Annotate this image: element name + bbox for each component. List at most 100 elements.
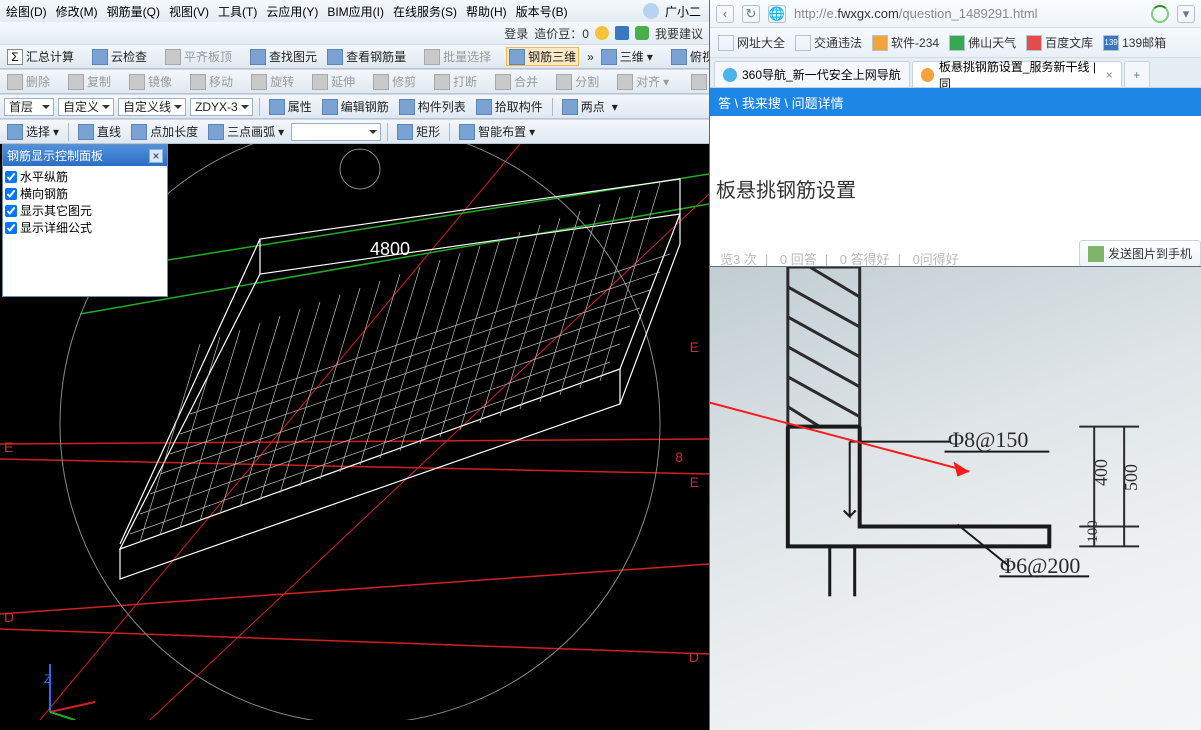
menu-user[interactable]: 广小二	[639, 0, 709, 24]
btn-extend[interactable]: 延伸	[309, 72, 358, 91]
btn-trim[interactable]: 修剪	[370, 72, 419, 91]
menu-cloud[interactable]: 云应用(Y)	[262, 1, 322, 22]
stat-views: 览3 次	[720, 252, 757, 267]
btn-mirror[interactable]: 镜像	[126, 72, 175, 91]
back-button[interactable]: ‹	[716, 5, 734, 23]
btn-smart[interactable]: 智能布置▾	[456, 122, 538, 141]
tab-question[interactable]: 板悬挑钢筋设置_服务新干线 | 同×	[912, 61, 1122, 87]
menu-draw[interactable]: 绘图(D)	[2, 1, 51, 22]
chk-trans[interactable]: 横向钢筋	[5, 185, 165, 202]
btn-flattop[interactable]: 平齐板顶	[162, 47, 235, 66]
menu-help[interactable]: 帮助(H)	[462, 1, 511, 22]
btn-arc3[interactable]: 三点画弧▾	[205, 122, 287, 141]
dropdown-icon[interactable]: ▾	[1177, 5, 1195, 23]
btn-delete[interactable]: 删除	[4, 72, 53, 91]
btn-findrebar[interactable]: 查看钢筋量	[324, 47, 409, 66]
btn-cloudcheck[interactable]: 云检查	[89, 47, 150, 66]
rotate-icon	[251, 74, 267, 90]
rebar-display-panel[interactable]: 钢筋显示控制面板 × 水平纵筋 横向钢筋 显示其它图元 显示详细公式	[2, 144, 168, 297]
cad-toolbar-2: 删除 复制 镜像 移动 旋转 延伸 修剪 打断 合并 分割 对齐▾ 偏移	[0, 69, 709, 94]
axis-e-right-1: E	[690, 339, 699, 355]
menu-view[interactable]: 视图(V)	[165, 1, 213, 22]
bmk-soft[interactable]: 软件-234	[872, 34, 939, 51]
btn-findelem[interactable]: 查找图元	[247, 47, 320, 66]
address-bar: ‹ ↻ 🌐 http://e.fwxgx.com/question_148929…	[710, 0, 1201, 28]
btn-addlen[interactable]: 点加长度	[128, 122, 201, 141]
btn-align[interactable]: 对齐▾	[614, 72, 672, 91]
panel-titlebar[interactable]: 钢筋显示控制面板 ×	[3, 145, 167, 166]
btn-break[interactable]: 打断	[431, 72, 480, 91]
line-icon	[78, 124, 94, 140]
chk-other-box[interactable]	[5, 205, 17, 217]
rect-icon	[397, 124, 413, 140]
send-to-phone-button[interactable]: 发送图片到手机	[1079, 240, 1201, 267]
bell-icon[interactable]	[615, 26, 629, 40]
btn-rebar3d[interactable]: 钢筋三维	[506, 47, 579, 66]
btn-select[interactable]: 选择▾	[4, 122, 62, 141]
tab-question-label: 板悬挑钢筋设置_服务新干线 | 同	[939, 58, 1101, 92]
menu-online[interactable]: 在线服务(S)	[389, 1, 461, 22]
tab-close-icon[interactable]: ×	[1106, 68, 1113, 82]
reload-button[interactable]: ↻	[742, 5, 760, 23]
panel-close-icon[interactable]: ×	[149, 149, 163, 163]
cad-toolbar-3: 首层 自定义 自定义线 ZDYX-3 属性 编辑钢筋 构件列表 拾取构件 两点 …	[0, 94, 709, 119]
tab-new[interactable]: +	[1124, 61, 1150, 87]
btn-twopt[interactable]: 两点	[559, 97, 608, 116]
btn-pickelem[interactable]: 拾取构件	[473, 97, 546, 116]
bmk-all[interactable]: 网址大全	[718, 34, 785, 51]
chk-trans-box[interactable]	[5, 188, 17, 200]
axis-z-label: Z	[44, 672, 51, 686]
tab-360[interactable]: 360导航_新一代安全上网导航	[714, 61, 910, 87]
chk-formula-box[interactable]	[5, 222, 17, 234]
btn-editrebar[interactable]: 编辑钢筋	[319, 97, 392, 116]
user-name: 广小二	[661, 1, 705, 22]
btn-merge[interactable]: 合并	[492, 72, 541, 91]
chk-horiz-box[interactable]	[5, 171, 17, 183]
dd-zdyx[interactable]: ZDYX-3	[190, 98, 253, 116]
suggest-link[interactable]: 我要建议	[655, 25, 703, 42]
btn-rotate[interactable]: 旋转	[248, 72, 297, 91]
bmk-wenku[interactable]: 百度文库	[1026, 34, 1093, 51]
btn-move[interactable]: 移动	[187, 72, 236, 91]
btn-line[interactable]: 直线	[75, 122, 124, 141]
cad-viewport[interactable]: 4800 E E E 8 D D Z 钢筋显示控制面板 × 水平纵筋 横向钢筋 …	[0, 144, 709, 730]
btn-rect[interactable]: 矩形	[394, 122, 443, 141]
stat-ask[interactable]: 0问得好	[913, 252, 959, 267]
pencil-icon	[322, 99, 338, 115]
dd-custom[interactable]: 自定义	[58, 98, 114, 116]
btn-batchsel[interactable]: 批量选择	[421, 47, 494, 66]
chat-icon[interactable]	[635, 26, 649, 40]
login-link[interactable]: 登录	[504, 25, 528, 42]
chk-horiz[interactable]: 水平纵筋	[5, 168, 165, 185]
menu-rebarqty[interactable]: 钢筋量(Q)	[103, 1, 164, 22]
chk-formula[interactable]: 显示详细公式	[5, 219, 165, 236]
stat-answers[interactable]: 0 回答	[780, 252, 817, 267]
btn-offset[interactable]: 偏移	[688, 72, 709, 91]
url-domain: fwxgx.com	[837, 6, 898, 21]
bmk-wenku-icon	[1026, 35, 1042, 51]
btn-copy[interactable]: 复制	[65, 72, 114, 91]
bmk-weather[interactable]: 佛山天气	[949, 34, 1016, 51]
btn-split[interactable]: 分割	[553, 72, 602, 91]
url-field[interactable]: http://e.fwxgx.com/question_1489291.html	[794, 6, 1143, 21]
panel-title: 钢筋显示控制面板	[7, 147, 103, 164]
menu-version[interactable]: 版本号(B)	[512, 1, 572, 22]
dd-customline[interactable]: 自定义线	[118, 98, 186, 116]
menu-bim[interactable]: BIM应用(I)	[323, 1, 388, 22]
bmk-mail[interactable]: 139139邮箱	[1103, 34, 1166, 51]
menu-modify[interactable]: 修改(M)	[52, 1, 102, 22]
btn-topview[interactable]: 俯视▾	[668, 47, 709, 66]
btn-3d[interactable]: 三维▾	[598, 47, 656, 66]
menu-tool[interactable]: 工具(T)	[214, 1, 261, 22]
btn-attr[interactable]: 属性	[266, 97, 315, 116]
label-phi8: Φ8@150	[948, 427, 1028, 453]
chk-other[interactable]: 显示其它图元	[5, 202, 165, 219]
stat-good[interactable]: 0 答得好	[840, 252, 890, 267]
btn-sum[interactable]: Σ汇总计算	[4, 47, 77, 66]
btn-elemlist[interactable]: 构件列表	[396, 97, 469, 116]
page-content: 板悬挑钢筋设置 览3 次| 0 回答| 0 答得好| 0问得好 发送图片到手机	[710, 116, 1201, 730]
dd-empty[interactable]	[291, 123, 381, 141]
bmk-weather-icon	[949, 35, 965, 51]
dd-floor[interactable]: 首层	[4, 98, 54, 116]
bmk-traffic[interactable]: 交通违法	[795, 34, 862, 51]
